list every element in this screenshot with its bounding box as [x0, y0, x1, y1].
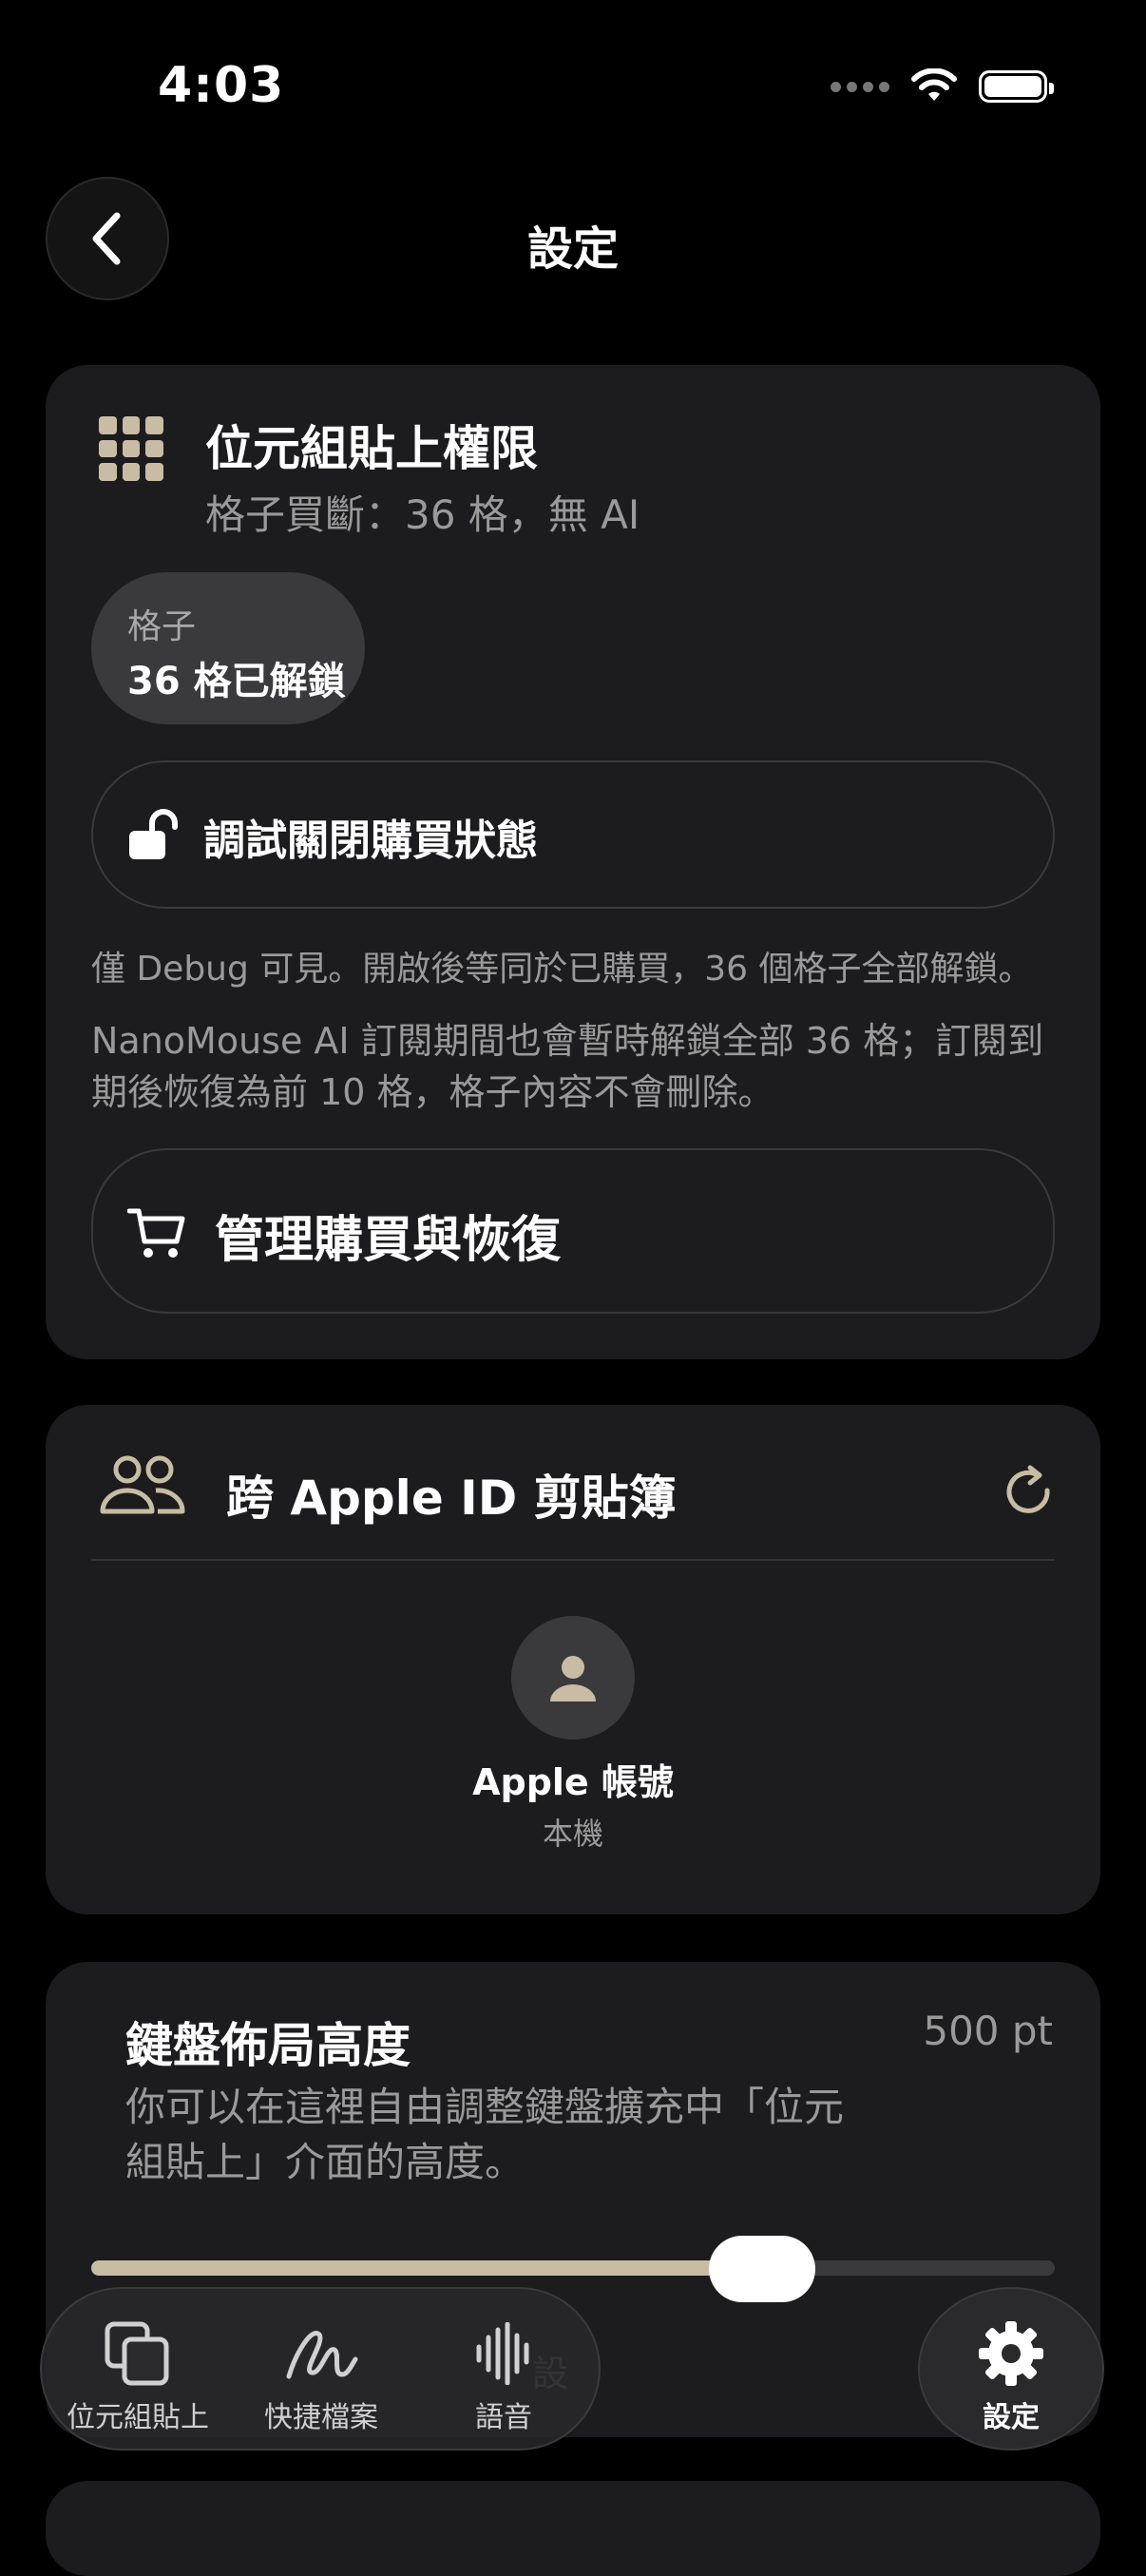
tab-byte-paste[interactable]: 位元組貼上	[48, 2317, 228, 2435]
subscription-note: NanoMouse AI 訂閱期間也會暫時解鎖全部 36 格；訂閱到期後恢復為前…	[91, 1020, 1044, 1113]
waveform-icon	[476, 2322, 529, 2385]
height-slider-thumb[interactable]	[709, 2236, 815, 2302]
account-subtitle: 本機	[542, 1816, 603, 1852]
page-title: 設定	[526, 222, 619, 276]
person-icon	[550, 1656, 596, 1701]
clipboard-title: 跨 Apple ID 剪貼簿	[226, 1471, 677, 1526]
debug-button-label: 調試關閉購買狀態	[203, 817, 538, 865]
status-indicators	[831, 68, 1054, 105]
refresh-icon[interactable]	[1003, 1462, 1053, 1515]
account-name: Apple 帳號	[472, 1761, 674, 1803]
debug-note: 僅 Debug 可見。開啟後等同於已購買，36 個格子全部解鎖。	[91, 950, 1033, 989]
manage-button-label: 管理購買與恢復	[215, 1212, 562, 1269]
purchase-title: 位元組貼上權限	[205, 421, 538, 476]
next-card	[46, 2481, 1100, 2576]
tab-settings-label: 設定	[983, 2401, 1040, 2434]
unlock-icon	[129, 809, 178, 859]
grid-icon	[99, 416, 163, 481]
height-slider-track[interactable]	[91, 2260, 1055, 2276]
signal-dots-icon	[831, 81, 889, 92]
battery-icon	[979, 70, 1054, 103]
divider	[91, 1559, 1055, 1561]
avatar[interactable]	[511, 1616, 635, 1740]
scribble-icon	[286, 2331, 358, 2379]
chip-label: 格子	[127, 607, 197, 646]
tab-label: 語音	[475, 2401, 532, 2434]
wifi-icon	[911, 68, 957, 101]
copy-icon	[105, 2321, 169, 2386]
height-slider-fill	[91, 2260, 766, 2276]
keyboard-height-title: 鍵盤佈局高度	[125, 2018, 411, 2073]
tab-settings[interactable]: 設定	[918, 2287, 1104, 2451]
status-time: 4:03	[158, 57, 285, 114]
tab-label: 位元組貼上	[67, 2401, 209, 2434]
chip-value: 36 格已解鎖	[127, 660, 346, 703]
tab-voice[interactable]: 語音	[413, 2317, 594, 2435]
cart-icon	[127, 1208, 185, 1258]
purchase-subtitle: 格子買斷：36 格，無 AI	[205, 491, 640, 538]
gear-icon	[979, 2321, 1043, 2386]
people-icon	[100, 1455, 185, 1514]
tab-label: 快捷檔案	[264, 2401, 378, 2434]
keyboard-height-description: 你可以在這裡自由調整鍵盤擴充中「位元組貼上」介面的高度。	[125, 2084, 845, 2185]
keyboard-height-value: 500 pt	[923, 2008, 1053, 2054]
tab-quick-files[interactable]: 快捷檔案	[231, 2317, 411, 2435]
